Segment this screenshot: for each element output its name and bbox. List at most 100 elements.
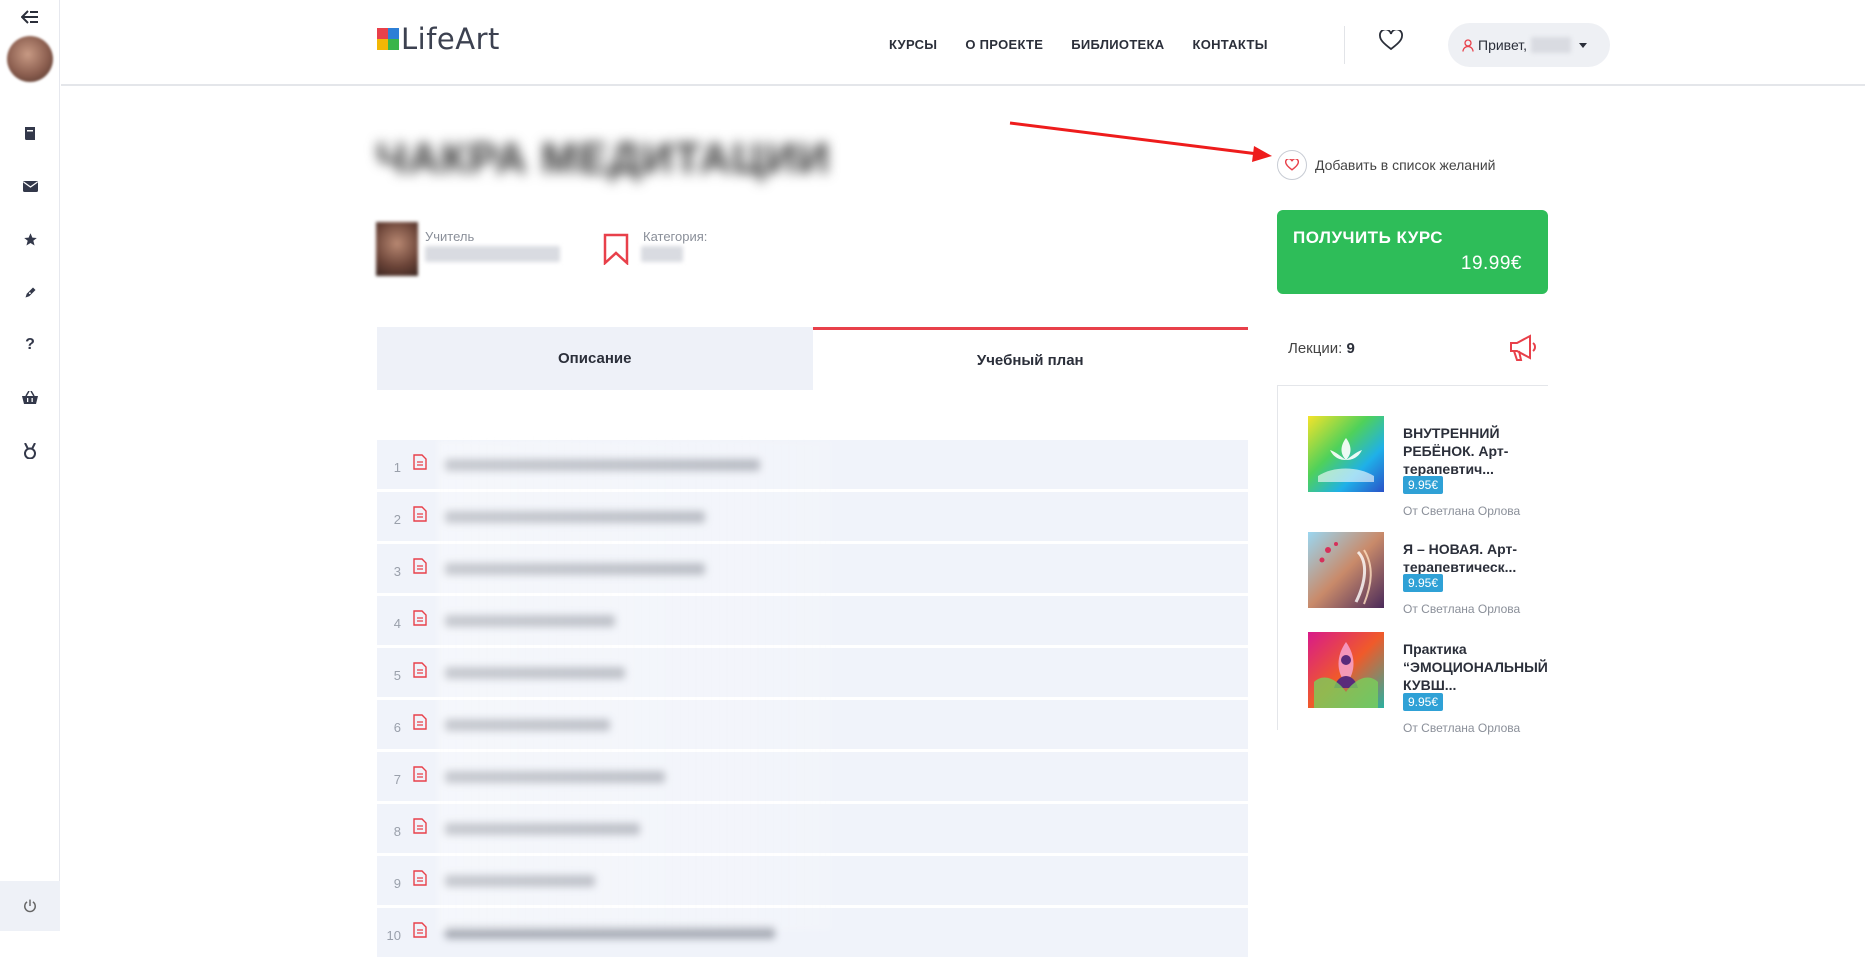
tab-description[interactable]: Описание	[377, 327, 813, 390]
lesson-row[interactable]: 10	[377, 908, 1248, 957]
teacher-avatar[interactable]	[376, 222, 418, 276]
user-name	[1531, 37, 1572, 53]
teacher-label: Учитель	[425, 229, 475, 244]
get-course-label: ПОЛУЧИТЬ КУРС	[1293, 228, 1444, 247]
lesson-title	[445, 562, 705, 575]
lesson-title	[445, 510, 705, 523]
related-course-3[interactable]: Практика “ЭМОЦИОНАЛЬНЫЙ КУВШ... 9.95€ От…	[1308, 632, 1548, 735]
sidebar-item-edit[interactable]	[0, 272, 60, 312]
lesson-row[interactable]: 9	[377, 856, 1248, 905]
document-icon	[413, 870, 433, 891]
sidebar-item-help[interactable]: ?	[0, 325, 60, 365]
lesson-row[interactable]: 2	[377, 492, 1248, 541]
nav-about[interactable]: О ПРОЕКТЕ	[965, 37, 1043, 52]
lesson-number: 10	[386, 928, 401, 943]
heart-icon	[1379, 28, 1403, 51]
sidebar-item-messages[interactable]	[0, 166, 60, 206]
teacher-name[interactable]	[425, 246, 560, 262]
wishlist-label: Добавить в список желаний	[1315, 157, 1496, 173]
lesson-row[interactable]: 1	[377, 440, 1248, 489]
sidebar-item-favorites[interactable]	[0, 219, 60, 259]
bookmark-icon	[603, 233, 629, 265]
back-arrow-icon	[21, 10, 38, 24]
left-sidebar: ?	[0, 0, 60, 931]
power-icon	[24, 899, 36, 913]
lesson-number: 1	[393, 460, 401, 475]
heart-icon	[1277, 150, 1307, 180]
document-icon	[413, 818, 433, 839]
related-course-title: Практика “ЭМОЦИОНАЛЬНЫЙ КУВШ...	[1403, 641, 1548, 693]
lectures-count: Лекции: 9	[1288, 340, 1355, 357]
lesson-number: 6	[393, 720, 401, 735]
course-price: 19.99€	[1460, 253, 1522, 274]
user-menu[interactable]: Привет,	[1448, 23, 1610, 67]
lesson-title	[445, 770, 665, 783]
category-label: Категория:	[643, 229, 708, 244]
document-icon	[413, 662, 433, 683]
course-title: ЧАКРА МЕДИТАЦИИ	[376, 134, 831, 183]
get-course-button[interactable]: ПОЛУЧИТЬ КУРС 19.99€	[1277, 210, 1548, 294]
basket-icon	[22, 391, 38, 404]
sidebar-item-courses[interactable]	[0, 113, 60, 153]
user-avatar[interactable]	[7, 36, 53, 82]
book-icon	[24, 126, 35, 140]
pen-icon	[25, 287, 35, 297]
add-to-wishlist[interactable]: Добавить в список желаний	[1277, 150, 1495, 180]
envelope-icon	[22, 180, 38, 192]
wishlist-button[interactable]	[1379, 28, 1403, 57]
document-icon	[413, 610, 433, 631]
lesson-row[interactable]: 4	[377, 596, 1248, 645]
related-course-1[interactable]: ВНУТРЕННИЙ РЕБЁНОК. Арт-терапевтич... 9.…	[1308, 416, 1548, 518]
lesson-row[interactable]: 6	[377, 700, 1248, 749]
category-value[interactable]	[641, 246, 683, 262]
lesson-title	[445, 926, 775, 939]
lesson-title	[445, 718, 610, 731]
document-icon	[413, 714, 433, 735]
document-icon	[413, 454, 433, 475]
nav-courses[interactable]: КУРСЫ	[889, 37, 937, 52]
top-header: LifeArt КУРСЫ О ПРОЕКТЕ БИБЛИОТЕКА КОНТА…	[61, 0, 1865, 86]
sidebar-item-achievements[interactable]	[0, 431, 60, 471]
question-icon: ?	[25, 336, 35, 353]
sidebar-item-cart[interactable]	[0, 378, 60, 418]
lesson-title	[445, 614, 615, 627]
lesson-title	[445, 822, 640, 835]
logo[interactable]: LifeArt	[377, 22, 500, 56]
course-thumbnail	[1308, 416, 1384, 492]
chevron-down-icon	[1579, 42, 1588, 48]
related-courses: ВНУТРЕННИЙ РЕБЁНОК. Арт-терапевтич... 9.…	[1277, 385, 1548, 735]
nav-divider	[1344, 26, 1345, 64]
lesson-number: 3	[393, 564, 401, 579]
greeting-text: Привет,	[1478, 37, 1528, 53]
lesson-number: 8	[393, 824, 401, 839]
lesson-row[interactable]: 7	[377, 752, 1248, 801]
nav-contacts[interactable]: КОНТАКТЫ	[1192, 37, 1267, 52]
lectures-number: 9	[1346, 340, 1355, 357]
lesson-row[interactable]: 8	[377, 804, 1248, 853]
related-course-price: 9.95€	[1403, 693, 1444, 711]
course-thumbnail	[1308, 532, 1384, 608]
lesson-title	[445, 458, 760, 471]
lesson-number: 2	[393, 512, 401, 527]
related-course-title: ВНУТРЕННИЙ РЕБЁНОК. Арт-терапевтич...	[1403, 425, 1509, 477]
nav-library[interactable]: БИБЛИОТЕКА	[1071, 37, 1164, 52]
related-course-author: От Светлана Орлова	[1403, 602, 1521, 616]
award-icon	[24, 443, 36, 459]
related-course-price: 9.95€	[1403, 476, 1444, 494]
related-course-title: Я – НОВАЯ. Арт-терапевтическ...	[1403, 541, 1517, 575]
course-tabs: Описание Учебный план	[377, 327, 1248, 390]
star-icon	[23, 232, 37, 245]
tab-curriculum[interactable]: Учебный план	[812, 327, 1248, 390]
logout-button[interactable]	[0, 881, 60, 931]
lesson-number: 9	[393, 876, 401, 891]
related-course-2[interactable]: Я – НОВАЯ. Арт-терапевтическ... 9.95€ От…	[1308, 532, 1548, 622]
collapse-sidebar-button[interactable]	[0, 0, 60, 37]
course-thumbnail	[1308, 632, 1384, 708]
related-course-author: От Светлана Орлова	[1403, 504, 1521, 518]
document-icon	[413, 766, 433, 787]
lesson-number: 7	[393, 772, 401, 787]
megaphone-icon[interactable]	[1508, 334, 1538, 362]
lesson-row[interactable]: 3	[377, 544, 1248, 593]
lesson-row[interactable]: 5	[377, 648, 1248, 697]
document-icon	[413, 506, 433, 527]
